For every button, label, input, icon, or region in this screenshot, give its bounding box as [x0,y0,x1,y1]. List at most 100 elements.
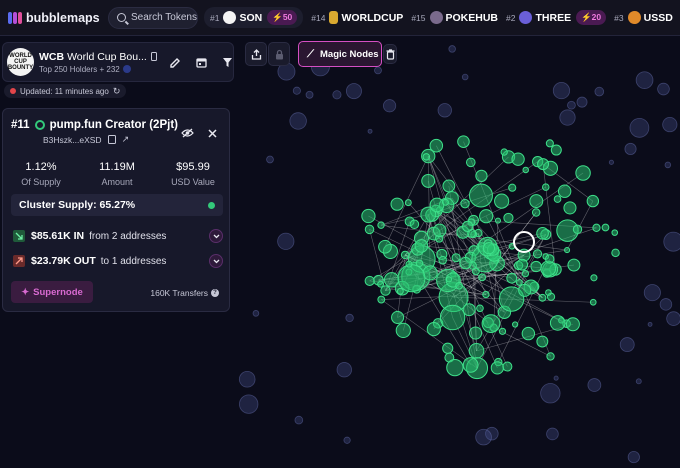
cluster-bubble[interactable] [521,269,530,278]
cluster-bubble[interactable] [518,283,532,297]
holder-bubble[interactable] [252,310,260,317]
cluster-bubble[interactable] [546,352,555,361]
cluster-bubble[interactable] [468,183,493,208]
cluster-bubble[interactable] [391,310,405,324]
holder-bubble[interactable] [635,378,642,385]
holder-bubble[interactable] [437,103,452,118]
cluster-bubble[interactable] [586,194,600,208]
close-icon[interactable] [208,125,217,143]
trending-item-pokehub[interactable]: #15 POKEHUB [411,11,498,24]
holder-bubble[interactable] [294,415,304,425]
cluster-bubble[interactable] [549,315,566,331]
cluster-bubble[interactable] [361,208,376,224]
holder-bubble[interactable] [461,73,469,81]
holder-bubble[interactable] [659,298,673,311]
cluster-bubble[interactable] [512,321,519,328]
holder-bubble[interactable] [552,82,571,100]
delete-button[interactable] [383,44,397,64]
cluster-bubble[interactable] [481,314,501,333]
holders-count[interactable]: Top 250 Holders + 232 [39,65,120,74]
cluster-bubble[interactable] [377,295,386,304]
cluster-bubble[interactable] [457,135,470,148]
cluster-bubble[interactable] [564,247,571,254]
cluster-bubble[interactable] [441,198,449,206]
holder-bubble[interactable] [594,86,605,97]
chevron-down-icon[interactable] [209,254,223,268]
holder-bubble[interactable] [277,232,295,250]
cluster-bubble[interactable] [472,267,480,276]
cluster-bubble[interactable] [396,287,404,295]
cluster-bubble[interactable] [550,144,562,156]
cluster-bubble[interactable] [511,152,525,166]
holder-bubble[interactable] [546,427,559,441]
cluster-bubble[interactable] [508,183,517,192]
cluster-bubble[interactable] [482,290,490,299]
holder-bubble[interactable] [475,428,492,446]
holder-bubble[interactable] [657,82,670,96]
cluster-bubble[interactable] [544,254,555,264]
cluster-bubble[interactable] [490,361,504,375]
holder-bubble[interactable] [305,90,314,99]
trending-item-ussd[interactable]: #3 USSD [614,11,673,24]
cluster-bubble[interactable] [482,242,496,255]
cluster-bubble[interactable] [536,335,549,348]
refresh-icon[interactable]: ↻ [113,86,121,97]
cluster-bubble[interactable] [538,293,547,302]
holder-bubble[interactable] [345,313,354,323]
holder-bubble[interactable] [619,337,635,353]
cluster-bubble[interactable] [572,224,583,235]
cluster-bubble[interactable] [494,193,510,209]
cluster-supply-bar[interactable]: Cluster Supply: 65.27% [11,194,223,216]
holder-bubble[interactable] [374,66,382,75]
holder-bubble[interactable] [292,86,301,95]
search-input[interactable]: Search Tokens [108,6,198,29]
holder-bubble[interactable] [382,99,397,113]
holder-bubble[interactable] [367,128,373,134]
holder-bubble[interactable] [576,96,588,108]
cluster-bubble[interactable] [438,255,447,265]
help-icon[interactable]: ? [211,289,219,297]
holder-bubble[interactable] [662,116,678,133]
cluster-bubble[interactable] [503,212,514,223]
cluster-bubble[interactable] [468,343,485,359]
cluster-bubble[interactable] [500,148,508,156]
outflow-row[interactable]: $23.79K OUT to 1 addresses [13,254,223,268]
chevron-down-icon[interactable] [209,229,223,243]
cluster-bubble[interactable] [390,197,404,211]
cluster-bubble[interactable] [455,281,463,290]
cluster-bubble[interactable] [432,223,447,238]
cluster-bubble[interactable] [516,258,529,271]
cluster-bubble[interactable] [415,259,424,268]
holder-bubble[interactable] [239,394,259,414]
app-logo[interactable]: bubblemaps [8,11,100,25]
trending-item-worldcup[interactable]: #14 WORLDCUP [311,11,403,24]
copy-icon[interactable] [150,52,157,61]
supernode-button[interactable]: ✦ Supernode [11,281,93,303]
holder-bubble[interactable] [266,155,274,164]
cluster-bubble[interactable] [592,223,601,232]
filter-icon[interactable] [221,56,233,68]
trending-item-three[interactable]: #2 THREE ⚡20 [506,10,607,25]
cluster-bubble[interactable] [589,298,597,306]
external-link-icon[interactable]: ↗ [122,134,130,145]
holder-bubble[interactable] [289,112,307,130]
holder-bubble[interactable] [608,159,614,165]
cluster-bubble[interactable] [446,276,453,283]
cluster-bubble[interactable] [422,153,431,161]
holder-bubble[interactable] [629,117,650,138]
cluster-bubble[interactable] [451,253,461,263]
holder-bubble[interactable] [664,161,672,169]
cluster-bubble[interactable] [565,317,580,332]
cluster-bubble[interactable] [545,139,554,148]
cluster-bubble[interactable] [502,361,513,372]
cluster-bubble[interactable] [378,239,392,254]
cluster-bubble[interactable] [442,179,456,193]
holder-bubble[interactable] [345,83,362,100]
cluster-bubble[interactable] [469,326,483,340]
holder-bubble[interactable] [448,45,456,53]
cluster-bubble[interactable] [404,199,412,207]
holder-bubble[interactable] [624,142,637,156]
holder-bubble[interactable] [666,311,680,326]
cluster-bubble[interactable] [529,194,544,209]
holder-bubble[interactable] [647,321,653,327]
